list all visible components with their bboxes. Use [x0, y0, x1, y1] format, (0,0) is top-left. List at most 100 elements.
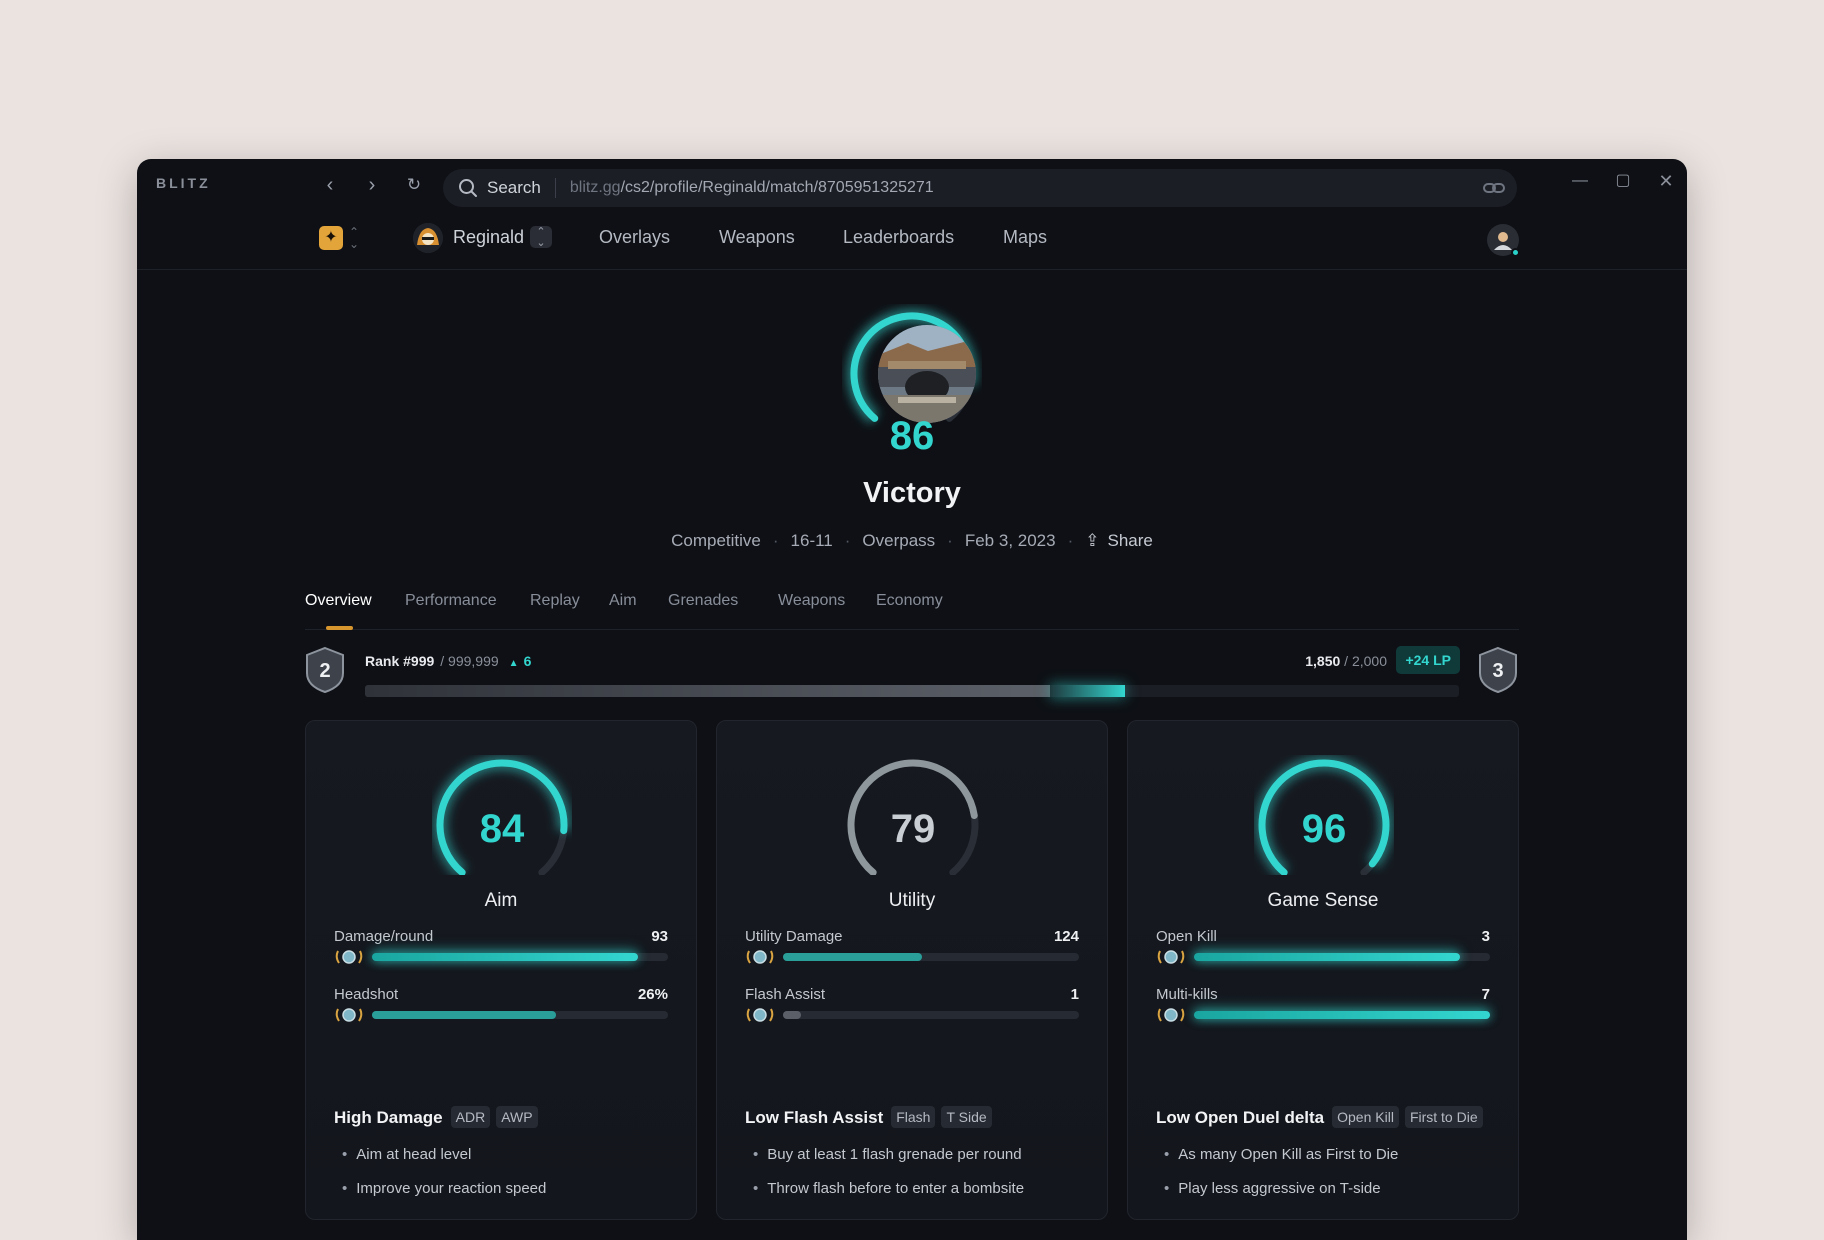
stat-bar-fill — [783, 953, 923, 961]
rank-label: Rank #999/ 999,999 ▲ 6 — [365, 653, 531, 669]
card-title: Aim — [484, 890, 518, 911]
share-icon: ⇪ — [1085, 531, 1100, 550]
insight-tag: First to Die — [1404, 1106, 1483, 1128]
lp-gain-badge: +24 LP — [1396, 646, 1460, 674]
medal-icon — [335, 1008, 363, 1022]
lp-current: 1,850 — [1305, 653, 1341, 669]
nav-overlays[interactable]: Overlays — [599, 227, 670, 248]
forward-icon[interactable]: › — [359, 172, 385, 198]
insight-tag: AWP — [496, 1106, 538, 1128]
url-path: /cs2/profile/Reginald/match/870595132527… — [620, 179, 934, 196]
match-result: Victory — [863, 477, 961, 509]
stat-bar — [1194, 953, 1490, 961]
insight-title: Low Open Duel delta — [1156, 1108, 1325, 1127]
lp-progress-text: 1,850 / 2,000 — [1305, 653, 1387, 669]
tab-economy[interactable]: Economy — [876, 592, 943, 610]
match-date: Feb 3, 2023 — [964, 531, 1056, 550]
stat-bar — [372, 953, 668, 961]
insight-header: High Damage ADR AWP — [334, 1106, 544, 1128]
tip-item: Improve your reaction speed — [342, 1180, 546, 1197]
rank-change: ▲ 6 — [509, 653, 532, 669]
search-icon — [459, 179, 477, 197]
tab-performance[interactable]: Performance — [405, 592, 497, 610]
link-icon[interactable] — [1483, 178, 1505, 198]
tab-weapons[interactable]: Weapons — [778, 592, 845, 610]
stat-bar — [372, 1011, 668, 1019]
online-status-dot — [1511, 248, 1520, 257]
reload-icon[interactable]: ↻ — [401, 172, 427, 198]
medal-icon — [746, 950, 774, 964]
cs2-game-icon[interactable]: ✦ — [319, 226, 343, 250]
match-meta: Competitive · 16-11 · Overpass · Feb 3, 2023 · ⇪… — [137, 531, 1687, 551]
card-title: Utility — [888, 890, 936, 911]
game-switch-icon[interactable]: ⌃ ⌄ — [349, 226, 359, 250]
stat-name: Utility Damage — [745, 928, 843, 945]
insight-tag: T Side — [941, 1106, 992, 1128]
url-text[interactable]: blitz.gg/cs2/profile/Reginald/match/8705… — [570, 179, 934, 197]
overpass-map-image — [878, 325, 976, 423]
score-card-utility: 79 Utility Utility Damage 124 Flash Assist… — [716, 720, 1108, 1220]
medal-icon — [1157, 1008, 1185, 1022]
tab-grenades[interactable]: Grenades — [668, 592, 738, 610]
profile-avatar[interactable] — [413, 223, 443, 253]
lp-total: / 2,000 — [1344, 653, 1387, 669]
profile-switch-icon[interactable]: ⌃ ⌄ — [530, 226, 552, 249]
meta-separator: · — [947, 531, 953, 550]
tab-overview[interactable]: Overview — [305, 592, 372, 610]
search-label: Search — [487, 178, 541, 197]
address-bar[interactable]: Search blitz.gg/cs2/profile/Reginald/mat… — [443, 169, 1517, 207]
stat-value: 124 — [1053, 928, 1079, 945]
rank-number: Rank #999 — [365, 653, 435, 669]
rank-change-value: 6 — [523, 653, 532, 669]
active-tab-indicator — [326, 626, 353, 630]
brand-logo: BLITZ — [156, 175, 211, 191]
stat-bar-fill — [1194, 953, 1461, 961]
current-tier: 2 — [319, 660, 330, 682]
insight-header: Low Open Duel delta Open Kill First to Di… — [1156, 1106, 1489, 1128]
nav-weapons[interactable]: Weapons — [719, 227, 795, 248]
match-tabs: Overview Performance Replay Aim Grenades… — [305, 592, 1519, 630]
stat-value: 3 — [1481, 928, 1490, 945]
rank-progress-gain — [1049, 685, 1126, 697]
maximize-icon[interactable]: ▢ — [1609, 168, 1637, 194]
profile-name[interactable]: Reginald — [453, 227, 524, 248]
back-icon[interactable]: ‹ — [317, 172, 343, 198]
stat-value: 1 — [1070, 986, 1079, 1003]
stat-value: 93 — [651, 928, 668, 945]
close-icon[interactable]: ✕ — [1652, 168, 1680, 194]
tip-item: Aim at head level — [342, 1146, 471, 1163]
main-nav: ✦ ⌃ ⌄ Reginald ⌃ ⌄ Overlays Weapons Leader… — [137, 211, 1687, 270]
tab-replay[interactable]: Replay — [530, 592, 580, 610]
meta-separator: · — [772, 531, 779, 550]
tip-item: Throw flash before to enter a bombsite — [753, 1180, 1024, 1197]
score-card-aim: 84 Aim Damage/round 93 Headshot 26% High Da… — [305, 720, 697, 1220]
medal-icon — [1157, 950, 1185, 964]
medal-icon — [335, 950, 363, 964]
nav-leaderboards[interactable]: Leaderboards — [843, 227, 954, 248]
insight-tag: Open Kill — [1332, 1106, 1399, 1128]
stat-name: Multi-kills — [1156, 986, 1218, 1003]
rank-progress-bar — [365, 685, 1459, 697]
stat-bar-fill — [372, 1011, 556, 1019]
url-domain: blitz.gg — [569, 179, 621, 196]
insight-title: High Damage — [334, 1108, 443, 1127]
share-button[interactable]: ⇪ Share — [1085, 531, 1153, 550]
tab-aim[interactable]: Aim — [609, 592, 637, 610]
next-tier: 3 — [1492, 660, 1503, 682]
tip-item: As many Open Kill as First to Die — [1164, 1146, 1398, 1163]
card-score: 96 — [1301, 807, 1347, 851]
card-score: 84 — [479, 807, 525, 851]
stat-name: Damage/round — [334, 928, 434, 945]
match-rounds: 16-11 — [790, 531, 833, 550]
insight-tag: ADR — [450, 1106, 491, 1128]
next-rank-shield-icon: 3 — [1479, 646, 1517, 694]
insight-title: Low Flash Assist — [745, 1108, 884, 1127]
stat-name: Open Kill — [1156, 928, 1217, 945]
stat-bar — [783, 1011, 1079, 1019]
card-title: Game Sense — [1267, 890, 1379, 911]
stat-value: 7 — [1481, 986, 1490, 1003]
minimize-icon[interactable]: — — [1566, 168, 1594, 194]
score-card-game-sense: 96 Game Sense Open Kill 3 Multi-kills 7 Low… — [1127, 720, 1519, 1220]
stat-name: Flash Assist — [745, 986, 826, 1003]
nav-maps[interactable]: Maps — [1003, 227, 1047, 248]
